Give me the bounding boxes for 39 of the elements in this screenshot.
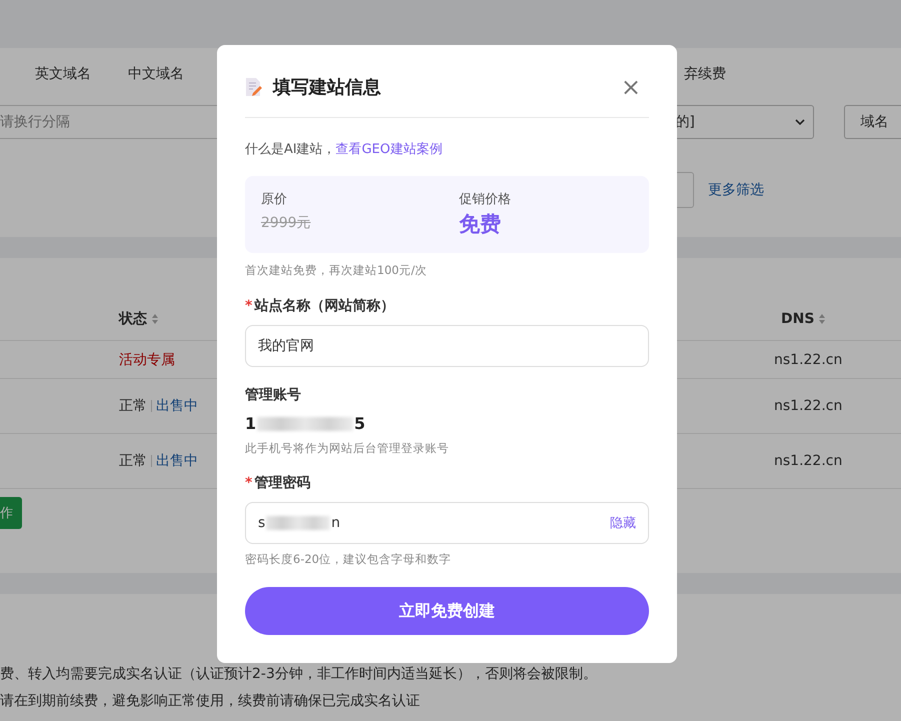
note-text: 费、转入均需要完成实名认证（认证预计2-3分钟，非工作时间内适当延长），否则将会被限制。 (0, 665, 598, 683)
site-name-field[interactable]: 我的官网 (245, 325, 649, 367)
document-pencil-icon (245, 77, 263, 97)
status-text: 正常 (119, 452, 147, 470)
field-hint: 此手机号将作为网站后台管理登录账号 (245, 441, 450, 456)
status-link[interactable]: 出售中 (156, 397, 198, 415)
close-button[interactable]: × (620, 75, 641, 99)
dns-text: ns1.22.cn (774, 352, 842, 368)
field-label: 管理账号 (245, 386, 302, 404)
sort-icon[interactable] (151, 313, 159, 325)
dns-text: ns1.22.cn (774, 398, 842, 414)
chevron-down-icon (794, 119, 804, 125)
dialog-title: 填写建站信息 (273, 76, 382, 99)
field-hint: 密码长度6-20位，建议包含字母和数字 (245, 552, 452, 567)
dns-text: ns1.22.cn (774, 453, 842, 469)
column-header[interactable]: DNS (781, 311, 826, 327)
status-link[interactable]: 出售中 (156, 452, 198, 470)
create-button[interactable]: 立即免费创建 (245, 587, 649, 635)
note-text: 请在到期前续费，避免影响正常使用，续费前请确保已完成实名认证 (0, 692, 421, 710)
price-note: 首次建站免费，再次建站100元/次 (245, 263, 428, 278)
status-text: 正常 (119, 397, 147, 415)
search-type-button[interactable]: 域名 (844, 105, 901, 139)
sort-icon[interactable] (818, 313, 826, 325)
nav-tab[interactable]: 弃续费 (684, 65, 764, 83)
more-filters-link[interactable]: 更多筛选 (708, 181, 764, 199)
hide-password-button[interactable]: 隐藏 (610, 514, 636, 532)
password-field[interactable]: s n 隐藏 (245, 502, 649, 544)
nav-tab[interactable]: 英文域名 (35, 65, 128, 83)
account-value: 1 5 (245, 414, 366, 433)
status-text: 活动专属 (119, 350, 175, 368)
intro-text: 什么是AI建站，查看GEO建站案例 (245, 141, 444, 158)
original-price: 2999元 (261, 214, 312, 232)
promo-price: 免费 (459, 214, 502, 235)
field-label: *管理密码 (245, 474, 312, 492)
examples-link[interactable]: 查看GEO建站案例 (336, 142, 442, 157)
field-label: *站点名称（网站简称） (245, 297, 396, 315)
price-label: 原价 (261, 191, 288, 208)
column-header[interactable]: 状态 (119, 310, 159, 328)
price-label: 促销价格 (459, 191, 512, 208)
